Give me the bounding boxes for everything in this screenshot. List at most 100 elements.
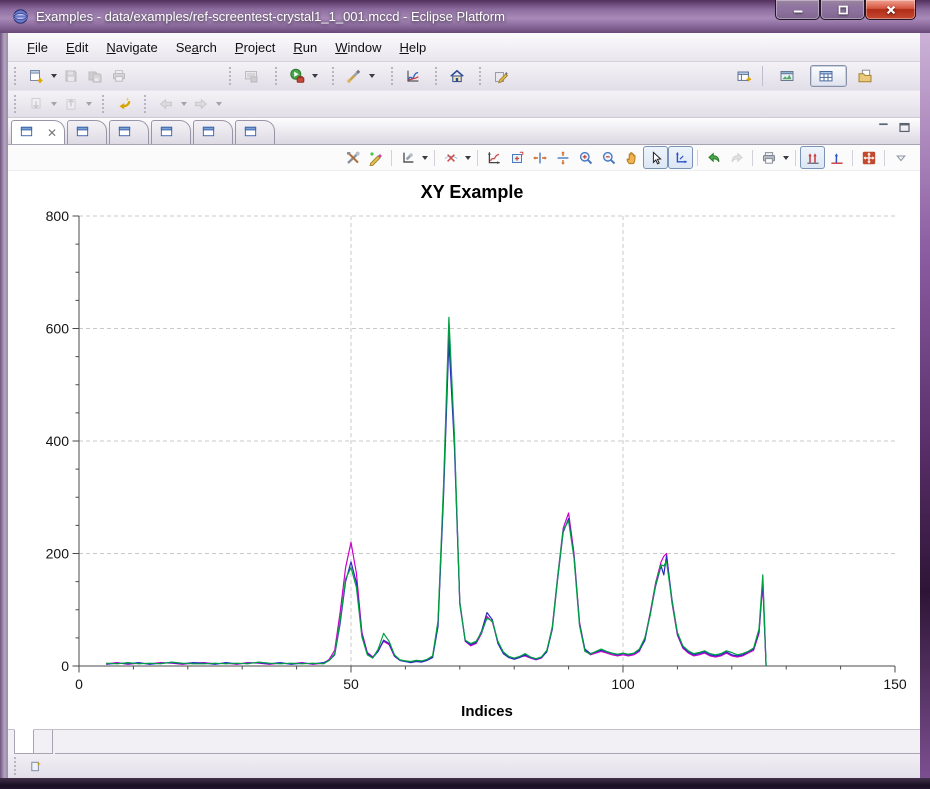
editor-tab-surface-example[interactable] [235, 120, 275, 144]
rescale-x-icon[interactable] [825, 147, 848, 168]
editor-tab-xy-example[interactable]: ✕ [11, 120, 65, 144]
fast-view-icon[interactable] [24, 755, 48, 777]
toolbar-handle[interactable] [275, 67, 280, 85]
external-tools-icon[interactable] [342, 65, 366, 87]
zoom-rectangle-icon[interactable] [505, 147, 528, 168]
menu-run[interactable]: Run [284, 37, 326, 58]
toolbar-handle[interactable] [332, 67, 337, 85]
bottom-tab-plot[interactable] [14, 729, 34, 754]
plot-chart-icon[interactable] [401, 65, 425, 87]
fit-vertical-icon[interactable] [551, 147, 574, 168]
maximize-button[interactable] [820, 0, 865, 20]
editor-tab-bar-example[interactable] [109, 120, 149, 144]
menu-search[interactable]: Search [167, 37, 226, 58]
minimize-button[interactable] [775, 0, 820, 20]
minimize-view-icon[interactable] [876, 120, 891, 140]
back-dropdown-icon[interactable] [178, 93, 189, 115]
annotate-icon[interactable] [489, 65, 513, 87]
editor-tab-axis-example[interactable] [67, 120, 107, 144]
toolbar-handle[interactable] [144, 95, 149, 113]
close-button[interactable] [865, 0, 916, 20]
print-plot-dropdown-icon[interactable] [780, 147, 791, 169]
editor-tab-sector-example[interactable] [193, 120, 233, 144]
print-plot-icon[interactable] [757, 147, 780, 168]
main-toolbar [8, 62, 920, 91]
toolbar-handle[interactable] [14, 67, 19, 85]
desktop: { "window": { "title": "Examples - data/… [0, 0, 930, 789]
menu-help[interactable]: Help [390, 37, 435, 58]
svg-text:150: 150 [883, 676, 907, 692]
run-icon[interactable] [285, 65, 309, 87]
svg-text:50: 50 [343, 676, 359, 692]
window-title: Examples - data/examples/ref-screentest-… [36, 9, 505, 24]
maximize-view-icon[interactable] [897, 120, 912, 140]
toolbar-handle[interactable] [14, 95, 19, 113]
svg-text:XY Example: XY Example [421, 182, 524, 202]
editor-bottom-tabs [8, 729, 920, 754]
plot-toolbar [8, 145, 920, 171]
fit-horizontal-icon[interactable] [528, 147, 551, 168]
menu-navigate[interactable]: Navigate [97, 37, 166, 58]
rescale-both-icon[interactable] [800, 146, 825, 169]
expand-plot-icon[interactable] [857, 147, 880, 168]
zoom-in-icon[interactable] [574, 147, 597, 168]
axis-zoom-icon[interactable] [668, 146, 693, 169]
forward-icon[interactable] [189, 93, 213, 115]
back-icon[interactable] [154, 93, 178, 115]
redo-icon[interactable] [725, 147, 748, 168]
perspective-separator [762, 66, 763, 86]
plot-toolbar-separator [795, 150, 796, 166]
perspective-databrow[interactable] [771, 65, 808, 87]
prev-annotation-dropdown-icon[interactable] [83, 93, 94, 115]
editor-tab-image-example[interactable] [151, 120, 191, 144]
print-icon[interactable] [107, 65, 131, 87]
plot-toolbar-separator [391, 150, 392, 166]
xy-plot-canvas[interactable]: 0501001500200400600800XY ExampleIndices [8, 171, 920, 729]
prev-annotation-icon[interactable] [59, 93, 83, 115]
save-icon[interactable] [59, 65, 83, 87]
plot-settings-icon[interactable] [396, 147, 419, 168]
plot-settings-dropdown-icon[interactable] [419, 147, 430, 169]
editor-tab-icon [159, 124, 174, 142]
menu-file[interactable]: File [18, 37, 57, 58]
toolbar-handle[interactable] [229, 67, 234, 85]
perspective-resource[interactable] [849, 65, 886, 87]
home-icon[interactable] [445, 65, 469, 87]
last-edit-location-icon[interactable] [112, 93, 136, 115]
plot-toolbar-separator [697, 150, 698, 166]
menu-project[interactable]: Project [226, 37, 284, 58]
forward-dropdown-icon[interactable] [213, 93, 224, 115]
zoom-out-icon[interactable] [597, 147, 620, 168]
save-image-icon[interactable] [239, 65, 263, 87]
next-annotation-icon[interactable] [24, 93, 48, 115]
view-menu-chevron-icon[interactable] [889, 147, 912, 168]
toolbar-handle[interactable] [102, 95, 107, 113]
run-dropdown-icon[interactable] [309, 65, 320, 87]
toolbar-handle[interactable] [391, 67, 396, 85]
undo-icon[interactable] [702, 147, 725, 168]
hide-traces-icon[interactable] [439, 147, 462, 168]
open-perspective-icon[interactable] [732, 65, 756, 87]
bottom-tab-source[interactable] [34, 730, 53, 754]
configure-graph-icon[interactable] [341, 147, 364, 168]
toolbar-handle[interactable] [479, 67, 484, 85]
tab-close-icon[interactable]: ✕ [47, 126, 57, 140]
statusbar-handle[interactable] [14, 757, 19, 775]
external-tools-dropdown-icon[interactable] [366, 65, 377, 87]
menu-window[interactable]: Window [326, 37, 390, 58]
hide-traces-dropdown-icon[interactable] [462, 147, 473, 169]
perspective-examples[interactable] [810, 65, 847, 87]
menubar: FileEditNavigateSearchProjectRunWindowHe… [8, 33, 920, 62]
trace-style-pencil-icon[interactable] [364, 147, 387, 168]
new-wizard-dropdown-icon[interactable] [48, 65, 59, 87]
bottom-tab-filler [55, 730, 920, 754]
autoscale-axes-icon[interactable] [482, 147, 505, 168]
plot-toolbar-separator [434, 150, 435, 166]
pointer-select-icon[interactable] [643, 146, 668, 169]
next-annotation-dropdown-icon[interactable] [48, 93, 59, 115]
menu-edit[interactable]: Edit [57, 37, 97, 58]
save-all-icon[interactable] [83, 65, 107, 87]
pan-hand-icon[interactable] [620, 147, 643, 168]
new-wizard-icon[interactable] [24, 65, 48, 87]
toolbar-handle[interactable] [435, 67, 440, 85]
